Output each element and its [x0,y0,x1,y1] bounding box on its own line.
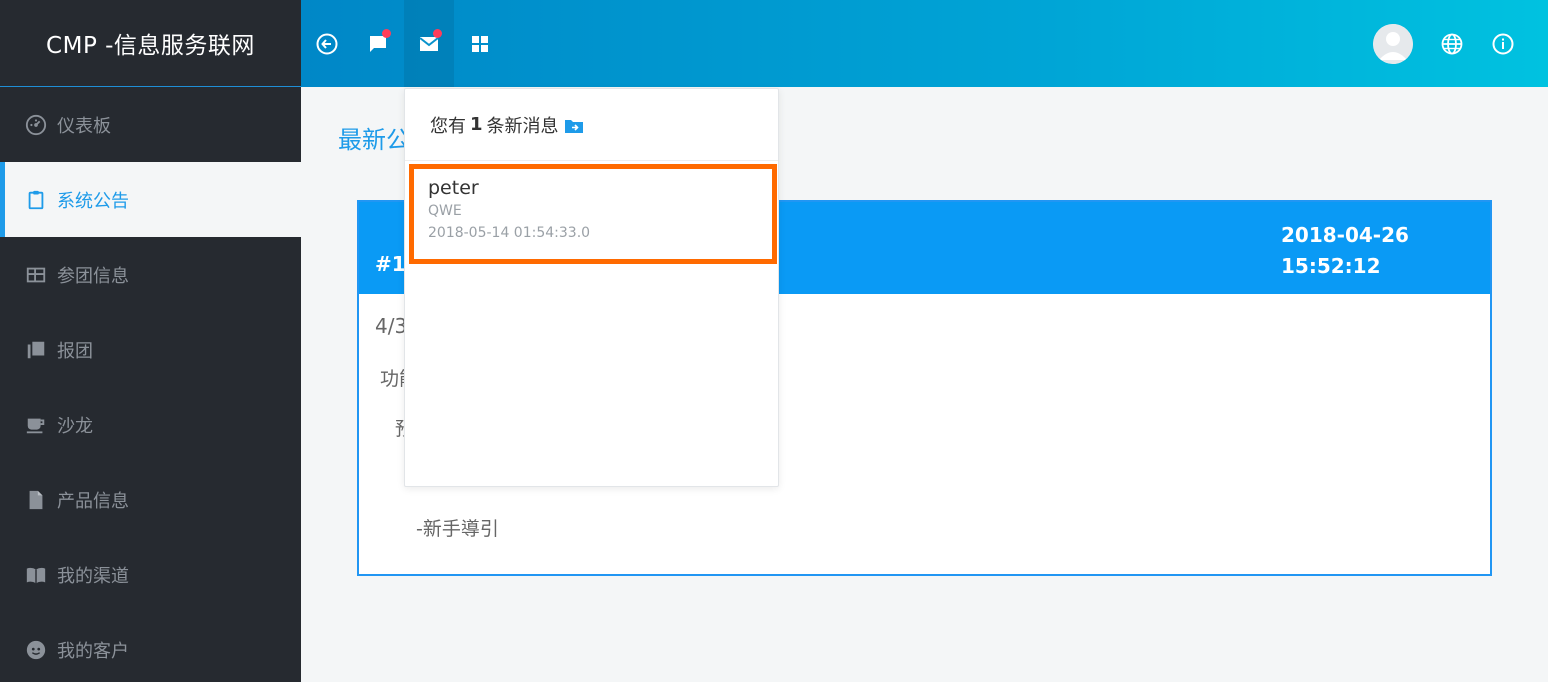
folder-icon[interactable] [564,117,583,133]
sidebar-item-announcements[interactable]: 系统公告 [0,162,301,237]
dashboard-icon [25,114,47,136]
top-navbar [301,0,1548,87]
language-button[interactable] [1427,0,1477,87]
sidebar-item-label: 产品信息 [57,490,129,512]
sidebar-item-label: 报团 [57,340,93,362]
sidebar-item-label: 我的渠道 [57,565,129,587]
info-button[interactable] [1478,0,1528,87]
notification-dot [382,29,391,38]
page-title: 最新公 [338,126,410,154]
header-prefix: 您有 [430,115,466,137]
sidebar-item-label: 我的客户 [57,640,129,662]
brand-title[interactable]: CMP -信息服务联网 [0,0,301,87]
message-text: QWE [428,203,462,219]
table-icon [25,264,47,286]
library-icon [25,339,47,361]
sidebar-item-salon[interactable]: 沙龙 [0,387,301,462]
document-icon [25,489,47,511]
sidebar-item-label: 仪表板 [57,115,111,137]
announcement-link[interactable]: -新手導引 [416,514,499,541]
book-icon [25,564,47,586]
sidebar-item-label: 系统公告 [57,190,129,212]
globe-icon [1441,33,1463,54]
info-icon [1492,33,1514,54]
clipboard-icon [25,189,47,211]
announcement-line: 4/3 [375,314,408,338]
back-button[interactable] [302,0,352,87]
arrow-left-circle-icon [316,33,338,54]
sidebar-item-channels[interactable]: 我的渠道 [0,537,301,612]
messages-dropdown: 您有 1 条新消息 peter QWE 2018-05-14 01:54:33.… [404,88,779,487]
announcement-date: 2018-04-26 [1281,223,1409,247]
apps-button[interactable] [455,0,505,87]
message-time: 2018-05-14 01:54:33.0 [428,225,591,241]
message-sender: peter [428,177,479,199]
notification-dot [433,29,442,38]
sidebar-item-products[interactable]: 产品信息 [0,462,301,537]
grid-icon [472,35,488,52]
header-suffix: 条新消息 [486,115,559,137]
sidebar-item-label: 参团信息 [57,265,129,287]
chat-notifications-button[interactable] [353,0,403,87]
user-avatar[interactable] [1373,24,1413,64]
coffee-icon [25,414,47,436]
sidebar-item-dashboard[interactable]: 仪表板 [0,87,301,162]
announcement-number: #1 [375,252,406,276]
sidebar: CMP -信息服务联网 仪表板 系统公告 参团信息 报团 沙龙 产品信息 我的渠… [0,0,301,682]
announcement-datetime: 2018-04-26 15:52:12 [1281,220,1409,282]
dropdown-header: 您有 1 条新消息 [405,89,778,161]
mail-notifications-button[interactable] [404,0,454,87]
user-icon [1373,24,1413,64]
sidebar-item-label: 沙龙 [57,415,93,437]
sidebar-item-tour-info[interactable]: 参团信息 [0,237,301,312]
face-icon [25,639,47,661]
sidebar-item-signup[interactable]: 报团 [0,312,301,387]
message-item[interactable]: peter QWE 2018-05-14 01:54:33.0 [409,164,777,264]
sidebar-item-customers[interactable]: 我的客户 [0,612,301,682]
message-count: 1 [470,114,483,135]
announcement-time: 15:52:12 [1281,254,1381,278]
